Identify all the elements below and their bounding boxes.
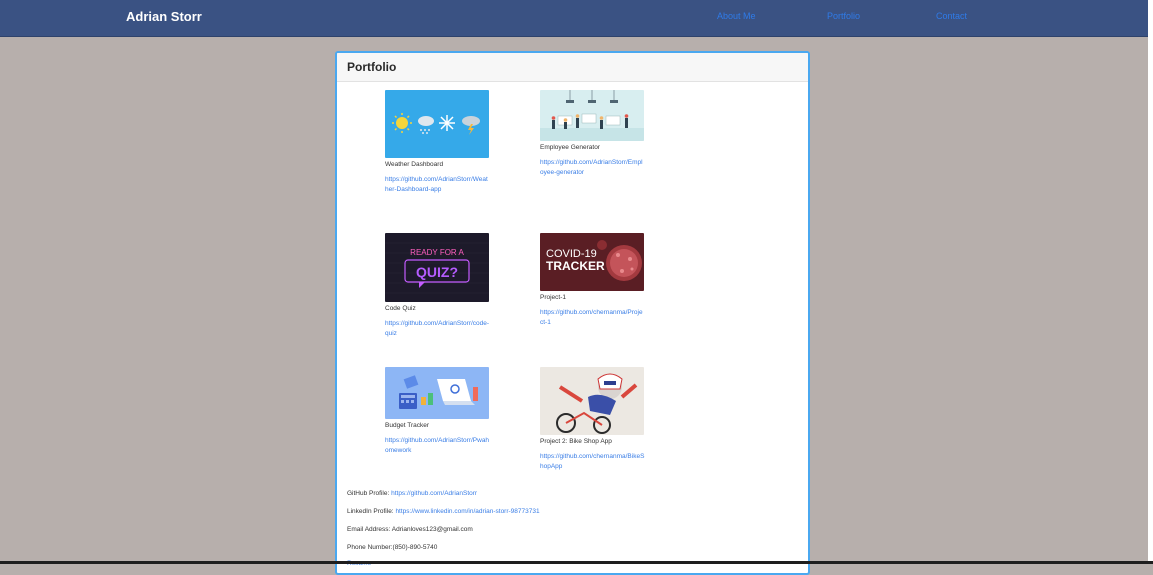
linkedin-link[interactable]: https://www.linkedin.com/in/adrian-storr… <box>395 508 539 515</box>
svg-text:READY FOR A: READY FOR A <box>410 248 464 257</box>
project-title: Code Quiz <box>385 305 416 312</box>
bikeshop-thumbnail[interactable] <box>540 367 644 435</box>
project-item-weather: Weather Dashboard https://github.com/Adr… <box>385 90 490 195</box>
linkedin-label: LinkedIn Profile: <box>347 508 394 515</box>
project-link[interactable]: https://github.com/AdrianStorr/code-quiz <box>385 319 490 339</box>
project-link[interactable]: https://github.com/AdrianStorr/Pwahomewo… <box>385 436 490 456</box>
svg-text:QUIZ?: QUIZ? <box>416 264 458 280</box>
project-title: Project-1 <box>540 294 567 301</box>
nav-portfolio[interactable]: Portfolio <box>827 11 860 21</box>
budget-thumbnail[interactable] <box>385 367 489 419</box>
svg-text:TRACKER: TRACKER <box>546 259 605 273</box>
project-title: Weather Dashboard <box>385 161 444 168</box>
project-title: Budget Tracker <box>385 422 430 429</box>
github-link[interactable]: https://github.com/AdrianStorr <box>391 490 477 497</box>
project-item-covid: COVID-19 TRACKER Project-1 https://githu… <box>540 233 645 328</box>
project-item-quiz: READY FOR A QUIZ? Code Quiz https://gith… <box>385 233 490 339</box>
email-address: Email Address: Adrianloves123@gmail.com <box>347 526 473 533</box>
covid-thumbnail[interactable]: COVID-19 TRACKER <box>540 233 644 291</box>
github-profile: GitHub Profile: https://github.com/Adria… <box>347 490 477 497</box>
navbar: Adrian Storr About Me Portfolio Contact <box>0 0 1148 37</box>
card-header: Portfolio <box>337 53 808 82</box>
phone-number: Phone Number:(850)-890-5740 <box>347 544 438 551</box>
project-item-employee: Employee Generator https://github.com/Ad… <box>540 90 645 178</box>
employee-thumbnail[interactable] <box>540 90 644 141</box>
linkedin-profile: LinkedIn Profile: https://www.linkedin.c… <box>347 508 540 515</box>
quiz-thumbnail[interactable]: READY FOR A QUIZ? <box>385 233 489 302</box>
project-link[interactable]: https://github.com/AdrianStorr/Weather-D… <box>385 175 490 195</box>
project-title: Project 2: Bike Shop App <box>540 438 612 445</box>
project-link[interactable]: https://github.com/chernanma/Project-1 <box>540 308 645 328</box>
nav-about-me[interactable]: About Me <box>717 11 756 21</box>
project-link[interactable]: https://github.com/chernanma/BikeShopApp <box>540 452 645 472</box>
brand-name[interactable]: Adrian Storr <box>126 9 202 24</box>
project-link[interactable]: https://github.com/AdrianStorr/Employee-… <box>540 158 645 178</box>
project-item-bikeshop: Project 2: Bike Shop App https://github.… <box>540 367 645 472</box>
nav-contact[interactable]: Contact <box>936 11 967 21</box>
portfolio-card: Portfolio Weather Dashboard https://gith… <box>335 51 810 575</box>
project-title: Employee Generator <box>540 144 600 151</box>
github-label: GitHub Profile: <box>347 490 390 497</box>
window-edge <box>1148 0 1153 564</box>
project-item-budget: Budget Tracker https://github.com/Adrian… <box>385 367 490 456</box>
weather-thumbnail[interactable] <box>385 90 489 158</box>
portfolio-title: Portfolio <box>347 60 397 74</box>
